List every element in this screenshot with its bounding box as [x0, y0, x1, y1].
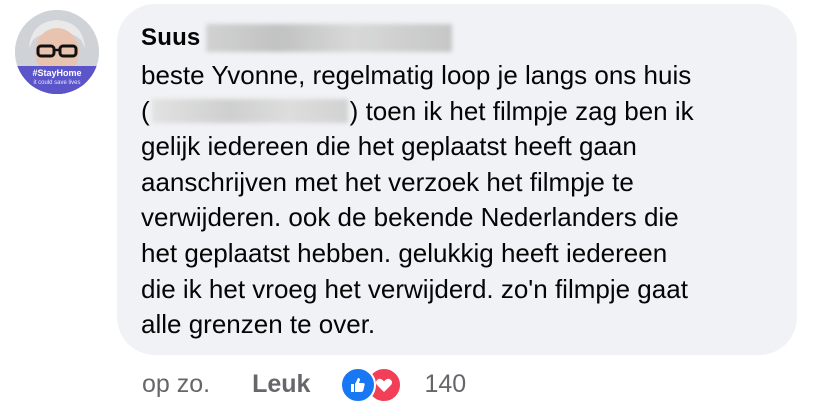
comment-line: alle grenzen te over.: [141, 309, 376, 340]
comment-line: gelijk iedereen die het geplaatst heeft …: [141, 131, 637, 162]
comment-line: beste Yvonne, regelmatig loop je langs o…: [141, 60, 692, 90]
avatar[interactable]: #StayHome it could save lives: [15, 10, 99, 94]
reaction-count[interactable]: 140: [424, 370, 466, 399]
like-button[interactable]: Leuk: [252, 370, 310, 399]
comment-actions: op zo. Leuk 140: [142, 364, 466, 404]
redacted-surname: [206, 24, 453, 52]
avatar-badge-subtext: it could save lives: [33, 80, 81, 86]
timestamp[interactable]: op zo.: [142, 370, 210, 399]
redacted-text: [151, 98, 348, 123]
comment-line: aanschrijven met het verzoek het filmpje…: [141, 166, 634, 197]
comment-line: () toen ik het filmpje zag ben ik: [141, 95, 694, 126]
author-row: Suus: [141, 20, 773, 56]
comment-text: beste Yvonne, regelmatig loop je langs o…: [141, 58, 773, 343]
comment-line: die ik het vroeg het verwijderd. zo'n fi…: [141, 273, 688, 304]
comment-line: het geplaatst hebben. gelukkig heeft ied…: [141, 237, 668, 268]
avatar-badge-text: #StayHome: [32, 68, 82, 78]
author-name[interactable]: Suus: [141, 24, 200, 52]
comment-line-text: toen ik het filmpje zag ben ik: [365, 95, 694, 126]
comment-line: verwijderen. ook de bekende Nederlanders…: [141, 202, 679, 233]
comment: #StayHome it could save lives Suus beste…: [0, 0, 828, 416]
comment-bubble: Suus beste Yvonne, regelmatig loop je la…: [117, 4, 797, 355]
reactions-summary[interactable]: [340, 367, 404, 403]
